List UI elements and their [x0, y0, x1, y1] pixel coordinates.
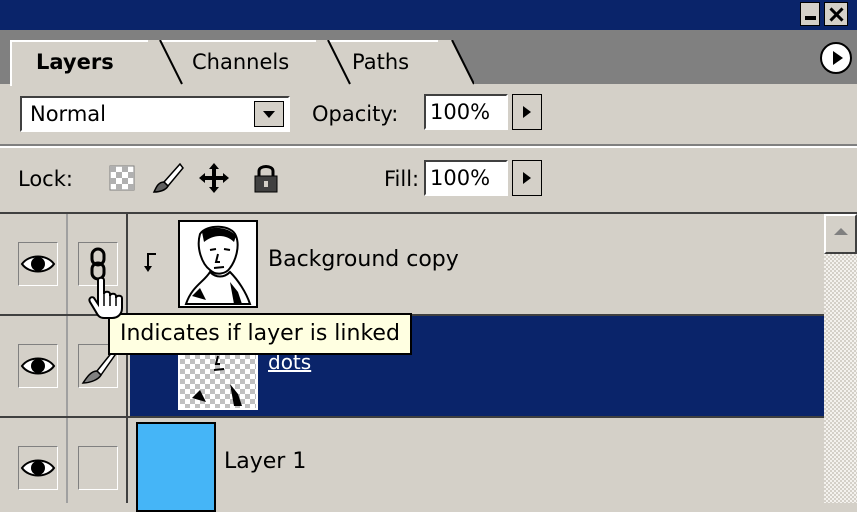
layer-content[interactable]: Background copy — [130, 214, 824, 314]
visibility-toggle[interactable] — [8, 214, 68, 314]
opacity-input[interactable]: 100% — [424, 94, 508, 130]
palette-titlebar — [0, 0, 857, 30]
layer-name[interactable]: Layer 1 — [224, 448, 306, 476]
lock-transparency-icon[interactable] — [104, 160, 140, 196]
fill-input[interactable]: 100% — [424, 160, 508, 196]
link-toggle[interactable] — [68, 418, 128, 503]
lock-image-pixels-brush-icon[interactable] — [150, 160, 186, 196]
visibility-cell — [18, 242, 58, 286]
visibility-cell — [18, 344, 58, 388]
portrait-thumbnail-icon — [184, 225, 252, 305]
eye-icon — [20, 357, 56, 375]
tab-paths-edge — [438, 40, 474, 85]
blend-mode-value: Normal — [30, 102, 106, 126]
tab-channels-edge — [316, 40, 351, 85]
eye-icon — [20, 459, 56, 477]
divider — [0, 144, 857, 148]
minimize-button[interactable] — [800, 2, 820, 26]
tab-layers-edge — [148, 40, 183, 86]
palette-menu-icon[interactable] — [820, 42, 852, 74]
layers-scrollbar[interactable] — [824, 214, 857, 503]
visibility-toggle[interactable] — [8, 316, 68, 416]
layer-thumbnail — [178, 220, 258, 308]
hand-cursor-icon — [88, 276, 123, 319]
layer-row-layer-1[interactable]: Layer 1 — [0, 418, 824, 512]
fill-label: Fill: — [384, 167, 420, 191]
chevron-down-icon[interactable] — [254, 101, 284, 127]
lock-position-move-icon[interactable] — [196, 160, 232, 196]
link-cell-empty — [78, 446, 118, 490]
scroll-up-button[interactable] — [824, 214, 857, 254]
fill-slider-button[interactable] — [512, 160, 542, 196]
eye-icon — [20, 255, 56, 273]
visibility-cell — [18, 446, 58, 490]
lock-all-padlock-icon[interactable] — [248, 160, 284, 196]
clipping-mask-arrow-icon — [144, 253, 156, 272]
opacity-slider-button[interactable] — [512, 94, 542, 130]
visibility-toggle[interactable] — [8, 418, 68, 503]
tab-layers[interactable]: Layers — [10, 40, 160, 86]
layer-content[interactable]: Layer 1 — [130, 418, 824, 512]
layer-name[interactable]: Background copy — [268, 246, 459, 274]
close-button[interactable] — [824, 2, 848, 26]
lock-label: Lock: — [18, 167, 73, 191]
link-tooltip: Indicates if layer is linked — [108, 313, 412, 355]
layer-thumbnail-solid — [136, 422, 216, 512]
blend-mode-select[interactable]: Normal — [20, 96, 290, 132]
opacity-label: Opacity: — [312, 102, 399, 126]
